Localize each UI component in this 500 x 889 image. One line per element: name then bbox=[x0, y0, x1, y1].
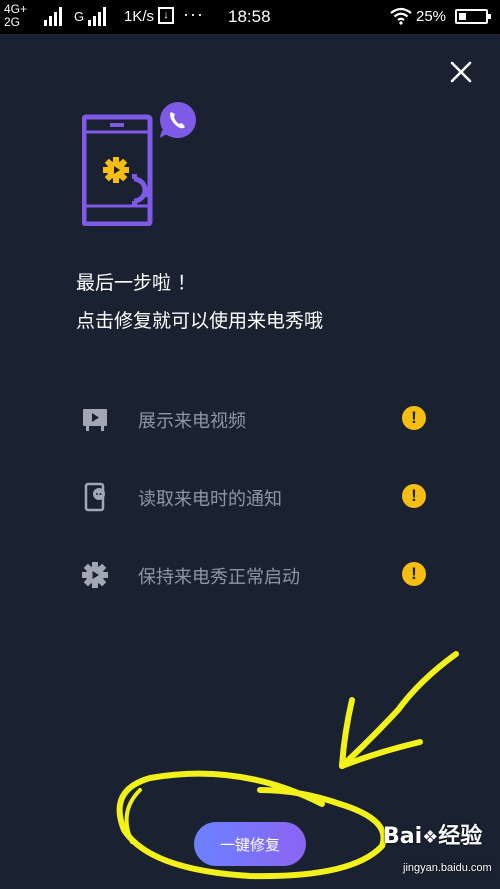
one-click-fix-button[interactable]: 一键修复 bbox=[194, 822, 306, 866]
network-speed: 1K/s bbox=[124, 8, 155, 25]
annotation-arrow-shaft bbox=[339, 651, 459, 769]
page-title: 最后一步啦 ！ 点击修复就可以使用来电秀哦 bbox=[76, 264, 323, 340]
battery-percent: 25% bbox=[416, 8, 447, 25]
annotation-overlay bbox=[116, 651, 459, 880]
status-bar: 4G+ 2G G 1K/s ↓ ··· 18:58 25% bbox=[0, 0, 500, 34]
signal-strength-icon bbox=[44, 6, 64, 26]
close-icon[interactable] bbox=[447, 58, 475, 86]
video-board-icon bbox=[83, 409, 107, 431]
baidu-jingyan-watermark: Bai❖经验 jingyan.baidu.com bbox=[383, 818, 498, 886]
title-line-1: 最后一步啦 ！ bbox=[76, 272, 197, 294]
paw-icon: ❖ bbox=[422, 827, 439, 848]
signal-strength-2-icon bbox=[88, 6, 108, 26]
battery-icon bbox=[455, 9, 491, 24]
permission-row-notification[interactable]: 读取来电时的通知 ! bbox=[80, 478, 430, 518]
title-line-2: 点击修复就可以使用来电秀哦 bbox=[76, 310, 324, 332]
permission-label: 展示来电视频 bbox=[138, 411, 246, 432]
warning-icon: ! bbox=[402, 406, 426, 430]
gear-play-icon bbox=[82, 562, 108, 588]
watermark-url: jingyan.baidu.com bbox=[403, 862, 492, 874]
warning-icon: ! bbox=[402, 562, 426, 586]
more-notifications-icon: ··· bbox=[183, 4, 204, 24]
permission-label: 读取来电时的通知 bbox=[138, 489, 282, 510]
warning-icon: ! bbox=[402, 484, 426, 508]
permission-row-video[interactable]: 展示来电视频 ! bbox=[80, 400, 430, 440]
clock: 18:58 bbox=[228, 7, 271, 26]
network-2g-label: 2G bbox=[4, 15, 21, 29]
watermark-brand: Bai❖经验 bbox=[383, 824, 483, 849]
annotation-arrow-head-2 bbox=[339, 739, 423, 769]
network-labels: 4G+ 2G bbox=[4, 3, 27, 29]
download-icon: ↓ bbox=[158, 7, 174, 24]
permission-row-startup[interactable]: 保持来电秀正常启动 ! bbox=[80, 556, 430, 596]
annotation-arrow-head-1 bbox=[339, 697, 355, 769]
phone-notification-icon bbox=[84, 482, 105, 512]
phone-settings-illustration bbox=[82, 102, 196, 226]
wifi-icon bbox=[390, 7, 412, 25]
network-type-label: G bbox=[74, 9, 85, 24]
permission-label: 保持来电秀正常启动 bbox=[138, 567, 300, 588]
